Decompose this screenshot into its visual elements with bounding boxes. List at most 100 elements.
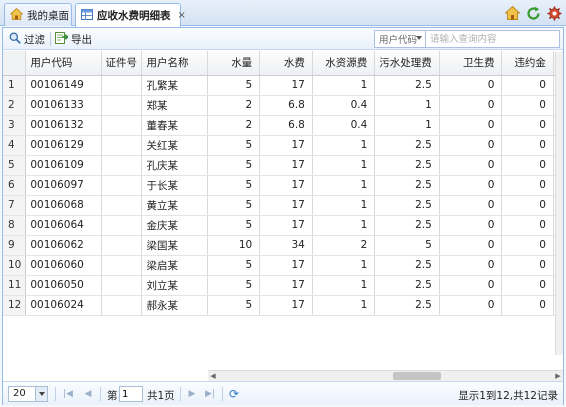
water-fee-cell: 17	[259, 295, 313, 316]
sanitation-fee-cell: 0	[439, 115, 503, 136]
user-code-cell: 00106060	[25, 255, 102, 276]
sewage-fee-cell: 2.5	[374, 155, 440, 176]
row-number: 4	[3, 135, 27, 156]
table-row[interactable]: 3 00106132 董春某 2 6.8 0.4 1 0 0	[3, 115, 563, 136]
sewage-fee-cell: 2.5	[374, 255, 440, 276]
sewage-fee-cell: 2.5	[374, 195, 440, 216]
data-grid: 用户代码 证件号 用户名称 水量 水费 水资源费 污水处理费 卫生费 违约金 1…	[3, 51, 563, 378]
tab-my-desktop[interactable]: 我的桌面	[4, 3, 72, 26]
sanitation-fee-cell: 0	[439, 255, 503, 276]
sanitation-fee-cell: 0	[439, 175, 503, 196]
water-resource-fee-cell: 1	[312, 255, 376, 276]
table-row[interactable]: 4 00106129 关红某 5 17 1 2.5 0 0	[3, 135, 563, 156]
first-page-icon[interactable]: |◀	[61, 387, 75, 401]
water-volume-cell: 5	[207, 135, 261, 156]
sanitation-fee-cell: 0	[439, 215, 503, 236]
next-page-icon[interactable]: ▶	[185, 387, 199, 401]
sewage-fee-cell: 2.5	[374, 75, 440, 96]
user-code-cell: 00106064	[25, 215, 102, 236]
scroll-left-icon[interactable]: ◀	[208, 372, 218, 381]
search-field-select[interactable]: 用户代码	[374, 30, 426, 48]
row-number: 9	[3, 235, 27, 256]
table-row[interactable]: 6 00106097 于长某 5 17 1 2.5 0 0	[3, 175, 563, 196]
tab-water-fee-detail[interactable]: 应收水费明细表 ×	[75, 3, 186, 27]
data-table: 用户代码 证件号 用户名称 水量 水费 水资源费 污水处理费 卫生费 违约金 1…	[3, 51, 563, 316]
chevron-down-icon	[416, 36, 422, 40]
filter-label: 过滤	[24, 33, 45, 46]
tab-close-icon[interactable]: ×	[178, 10, 186, 21]
prev-page-icon[interactable]: ◀	[81, 387, 95, 401]
chevron-down-icon	[35, 387, 47, 401]
id-number-cell	[101, 135, 143, 156]
search-input[interactable]	[426, 30, 560, 48]
column-header-water-resource-fee[interactable]: 水资源费	[312, 51, 376, 76]
table-row[interactable]: 10 00106060 梁启某 5 17 1 2.5 0 0	[3, 255, 563, 276]
row-number: 10	[3, 255, 27, 276]
sanitation-fee-cell: 0	[439, 195, 503, 216]
sewage-fee-cell: 5	[374, 235, 440, 256]
row-number: 3	[3, 115, 27, 136]
water-volume-cell: 10	[207, 235, 261, 256]
user-name-cell: 关红某	[141, 135, 208, 156]
filter-button[interactable]: 过滤	[9, 31, 45, 47]
sewage-fee-cell: 2.5	[374, 275, 440, 296]
home-icon	[9, 7, 24, 23]
settings-icon[interactable]	[545, 4, 563, 22]
column-header-user-name[interactable]: 用户名称	[141, 51, 208, 76]
current-page-input[interactable]	[119, 386, 143, 402]
scrollbar-thumb[interactable]	[393, 372, 441, 380]
refresh-icon[interactable]	[524, 4, 542, 22]
user-code-cell: 00106062	[25, 235, 102, 256]
column-header-water-volume[interactable]: 水量	[207, 51, 261, 76]
table-row[interactable]: 7 00106068 黄立某 5 17 1 2.5 0 0	[3, 195, 563, 216]
grid-panel: 过滤 导出 用户代码 用户代码 证件号	[2, 27, 564, 405]
water-resource-fee-cell: 0.4	[312, 95, 376, 116]
water-resource-fee-cell: 1	[312, 215, 376, 236]
table-row[interactable]: 1 00106149 孔繁某 5 17 1 2.5 0 0	[3, 75, 563, 96]
column-header-id-number[interactable]: 证件号	[101, 51, 143, 76]
user-name-cell: 刘立某	[141, 275, 208, 296]
water-fee-cell: 17	[259, 75, 313, 96]
export-button[interactable]: 导出	[55, 31, 92, 47]
sanitation-fee-cell: 0	[439, 235, 503, 256]
penalty-cell: 0	[501, 115, 554, 136]
id-number-cell	[101, 155, 143, 176]
toolbar-separator	[50, 32, 51, 46]
total-pages: 共1页	[147, 390, 175, 402]
column-header-sewage-fee[interactable]: 污水处理费	[374, 51, 440, 76]
sewage-fee-cell: 1	[374, 115, 440, 136]
row-number: 5	[3, 155, 27, 176]
user-name-cell: 孔繁某	[141, 75, 208, 96]
vertical-scrollbar[interactable]	[555, 52, 563, 355]
column-header-user-code[interactable]: 用户代码	[25, 51, 102, 76]
table-row[interactable]: 5 00106109 孔庆某 5 17 1 2.5 0 0	[3, 155, 563, 176]
user-code-cell: 00106068	[25, 195, 102, 216]
scroll-right-icon[interactable]: ▶	[553, 372, 563, 381]
table-row[interactable]: 8 00106064 金庆某 5 17 1 2.5 0 0	[3, 215, 563, 236]
user-code-cell: 00106109	[25, 155, 102, 176]
penalty-cell: 0	[501, 275, 554, 296]
magnifier-icon	[9, 32, 21, 47]
table-row[interactable]: 12 00106024 郝永某 5 17 1 2.5 0 0	[3, 295, 563, 316]
id-number-cell	[101, 95, 143, 116]
table-row[interactable]: 2 00106133 郑某 2 6.8 0.4 1 0 0	[3, 95, 563, 116]
refresh-icon[interactable]: ⟳	[227, 387, 241, 401]
water-fee-cell: 34	[259, 235, 313, 256]
penalty-cell: 0	[501, 195, 554, 216]
water-volume-cell: 2	[207, 115, 261, 136]
column-header-water-fee[interactable]: 水费	[259, 51, 313, 76]
id-number-cell	[101, 75, 143, 96]
column-header-sanitation-fee[interactable]: 卫生费	[439, 51, 503, 76]
page-size-select[interactable]: 20	[8, 386, 48, 402]
table-row[interactable]: 9 00106062 梁国某 10 34 2 5 0 0	[3, 235, 563, 256]
water-fee-cell: 17	[259, 215, 313, 236]
column-header-penalty[interactable]: 违约金	[501, 51, 554, 76]
last-page-icon[interactable]: ▶|	[203, 387, 217, 401]
penalty-cell: 0	[501, 155, 554, 176]
row-number: 2	[3, 95, 27, 116]
row-number: 7	[3, 195, 27, 216]
user-name-cell: 孔庆某	[141, 155, 208, 176]
table-row[interactable]: 11 00106050 刘立某 5 17 1 2.5 0 0	[3, 275, 563, 296]
home-icon[interactable]	[503, 4, 521, 22]
horizontal-scrollbar[interactable]: ◀ ▶	[208, 370, 563, 381]
